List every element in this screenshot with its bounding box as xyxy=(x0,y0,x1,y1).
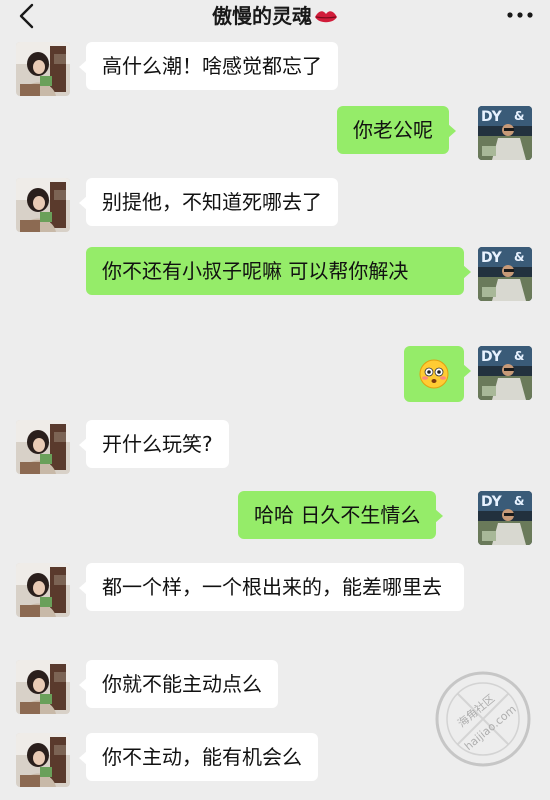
received-message[interactable]: 高什么潮！啥感觉都忘了 xyxy=(79,42,338,90)
received-message[interactable]: 你就不能主动点么 xyxy=(79,660,278,708)
lips-icon xyxy=(315,11,337,23)
sent-message[interactable]: 你老公呢 xyxy=(337,106,456,154)
sent-message[interactable]: 哈哈 日久不生情么 xyxy=(238,491,444,539)
flushed-face-icon xyxy=(419,359,449,389)
contact-avatar[interactable] xyxy=(16,660,70,714)
my-avatar[interactable] xyxy=(478,106,532,160)
more-dots-icon[interactable] xyxy=(506,10,534,20)
my-avatar[interactable] xyxy=(478,491,532,545)
contact-avatar[interactable] xyxy=(16,420,70,474)
my-avatar[interactable] xyxy=(478,247,532,301)
chat-title: 傲慢的灵魂 xyxy=(212,4,312,28)
contact-avatar[interactable] xyxy=(16,563,70,617)
my-avatar[interactable] xyxy=(478,346,532,400)
chat-title-wrap: 傲慢的灵魂 xyxy=(0,2,550,30)
contact-avatar[interactable] xyxy=(16,733,70,787)
received-message[interactable]: 开什么玩笑? xyxy=(79,420,229,468)
received-message[interactable]: 你不主动，能有机会么 xyxy=(79,733,318,781)
chat-header: 傲慢的灵魂 xyxy=(0,0,550,34)
received-message[interactable]: 别提他，不知道死哪去了 xyxy=(79,178,338,226)
sent-message[interactable]: 你不还有小叔子呢嘛 可以帮你解决 xyxy=(86,247,471,295)
contact-avatar[interactable] xyxy=(16,42,70,96)
contact-avatar[interactable] xyxy=(16,178,70,232)
received-message[interactable]: 都一个样，一个根出来的，能差哪里去 xyxy=(79,563,464,611)
watermark-logo: 海角社区 haijiao.com xyxy=(435,671,531,767)
sent-emoji-message[interactable] xyxy=(404,346,471,402)
